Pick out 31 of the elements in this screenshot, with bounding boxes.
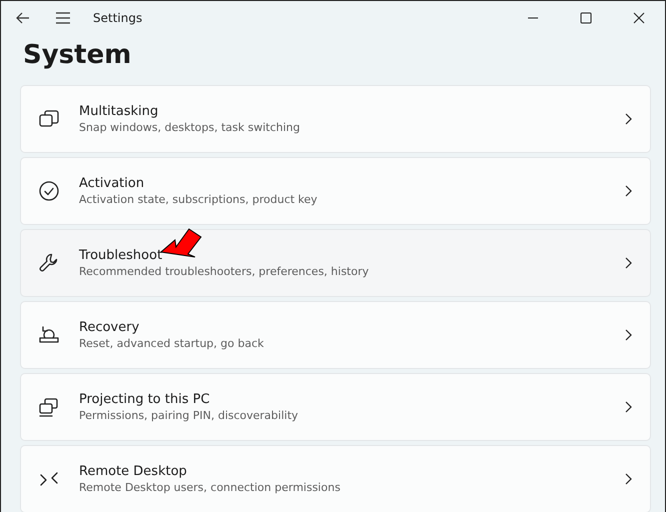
- item-description: Reset, advanced startup, go back: [79, 336, 264, 351]
- settings-item[interactable]: Troubleshoot Recommended troubleshooters, preferences, history: [20, 229, 651, 297]
- chevron-right-icon: [624, 329, 632, 341]
- close-icon: [632, 12, 644, 24]
- page-title: System: [23, 39, 132, 72]
- menu-icon: [55, 11, 71, 25]
- maximize-icon: [580, 12, 592, 24]
- item-title: Troubleshoot: [79, 247, 164, 264]
- item-description: Snap windows, desktops, task switching: [79, 120, 300, 135]
- chevron-right-icon: [624, 113, 632, 125]
- item-title: Activation: [79, 175, 146, 192]
- chevron-right-icon: [624, 473, 632, 485]
- settings-item[interactable]: Multitasking Snap windows, desktops, task switching: [20, 85, 651, 153]
- check-circle-icon: [37, 179, 61, 203]
- item-title: Multitasking: [79, 103, 160, 120]
- settings-item[interactable]: Remote Desktop Remote Desktop users, connection permissions: [20, 445, 651, 512]
- item-description: Remote Desktop users, connection permissions: [79, 480, 340, 495]
- settings-item[interactable]: Projecting to this PC Permissions, pairing PIN, discoverability: [20, 373, 651, 441]
- chevron-right-icon: [624, 257, 632, 269]
- item-description: Recommended troubleshooters, preferences, history: [79, 264, 369, 279]
- item-description: Permissions, pairing PIN, discoverability: [79, 408, 298, 423]
- item-title: Projecting to this PC: [79, 391, 211, 408]
- item-description: Activation state, subscriptions, product key: [79, 192, 318, 207]
- window-title: Settings: [93, 10, 142, 27]
- chevron-right-icon: [624, 185, 632, 197]
- item-title: Recovery: [79, 319, 140, 336]
- settings-item[interactable]: Recovery Reset, advanced startup, go back: [20, 301, 651, 369]
- settings-item[interactable]: Activation Activation state, subscriptions, product key: [20, 157, 651, 225]
- back-arrow-icon: [15, 10, 31, 26]
- chevron-right-icon: [624, 401, 632, 413]
- item-title: Remote Desktop: [79, 463, 188, 480]
